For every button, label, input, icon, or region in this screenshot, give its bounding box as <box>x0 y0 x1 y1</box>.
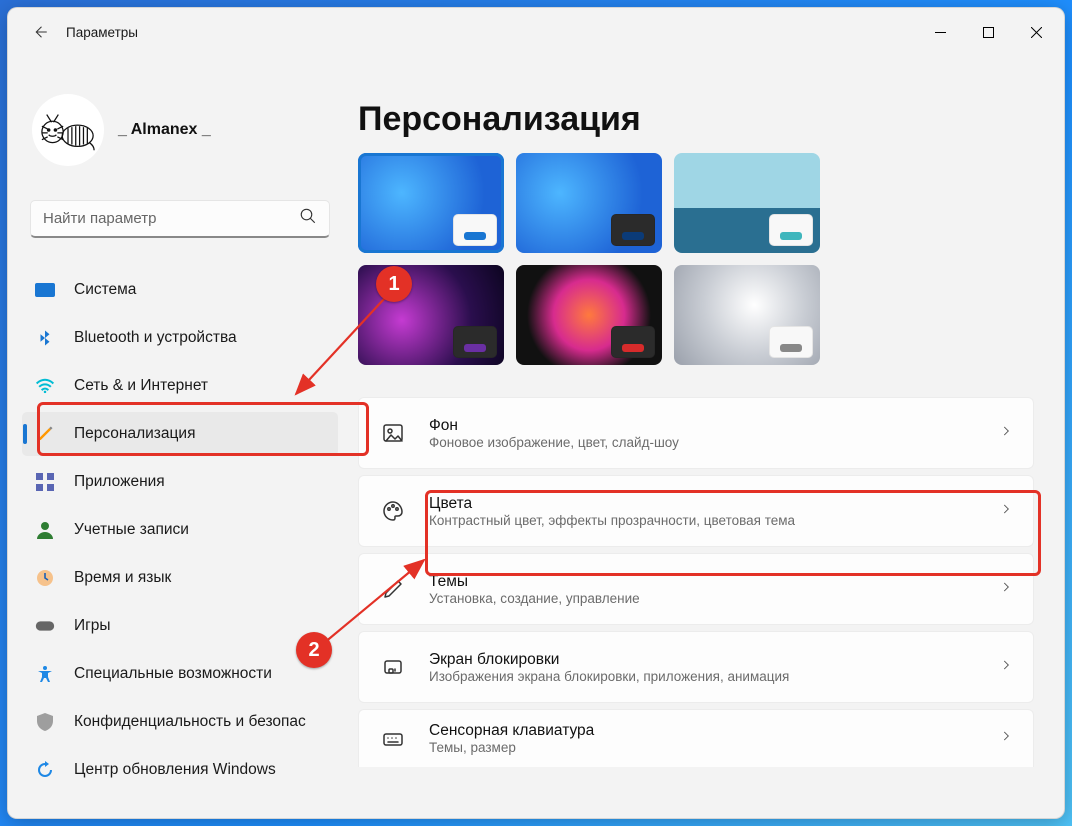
palette-icon <box>379 497 407 525</box>
window-title: Параметры <box>66 25 138 40</box>
minimize-button[interactable] <box>916 12 964 52</box>
sidebar-item-accounts[interactable]: Учетные записи <box>22 508 338 552</box>
theme-tile[interactable] <box>674 265 820 365</box>
bluetooth-icon <box>34 327 56 349</box>
sidebar-item-personalization[interactable]: Персонализация <box>22 412 338 456</box>
option-subtitle: Фоновое изображение, цвет, слайд-шоу <box>429 435 977 450</box>
nav-label: Bluetooth и устройства <box>74 329 237 347</box>
keyboard-icon <box>379 725 407 753</box>
sidebar-item-timelanguage[interactable]: Время и язык <box>22 556 338 600</box>
sidebar-item-windowsupdate[interactable]: Центр обновления Windows <box>22 748 338 792</box>
option-title: Цвета <box>429 495 977 513</box>
profile-block[interactable]: _ Almanex _ <box>12 56 348 184</box>
nav-label: Конфиденциальность и безопас <box>74 713 306 731</box>
option-subtitle: Контрастный цвет, эффекты прозрачности, … <box>429 513 977 528</box>
option-row-keyboard[interactable]: Сенсорная клавиатураТемы, размер <box>358 709 1034 767</box>
themes-grid <box>358 153 1034 365</box>
sidebar-item-gaming[interactable]: Игры <box>22 604 338 648</box>
paintbrush-icon <box>34 423 56 445</box>
theme-preview <box>453 326 497 358</box>
option-title: Сенсорная клавиатура <box>429 722 977 740</box>
sidebar-item-apps[interactable]: Приложения <box>22 460 338 504</box>
nav-label: Система <box>74 281 136 299</box>
theme-preview <box>769 214 813 246</box>
close-button[interactable] <box>1012 12 1060 52</box>
sidebar-item-accessibility[interactable]: Специальные возможности <box>22 652 338 696</box>
options-list: ФонФоновое изображение, цвет, слайд-шоуЦ… <box>358 397 1034 767</box>
search-box[interactable] <box>30 200 330 238</box>
person-icon <box>34 519 56 541</box>
pen-icon <box>379 575 407 603</box>
nav-label: Время и язык <box>74 569 171 587</box>
maximize-button[interactable] <box>964 12 1012 52</box>
lock-icon <box>379 653 407 681</box>
option-row-image[interactable]: ФонФоновое изображение, цвет, слайд-шоу <box>358 397 1034 469</box>
apps-icon <box>34 471 56 493</box>
nav-label: Приложения <box>74 473 165 491</box>
window-controls <box>916 12 1060 52</box>
main-panel: Персонализация ФонФоновое изображение, ц… <box>358 56 1064 818</box>
nav-list: Система Bluetooth и устройства Сеть & и … <box>12 266 348 794</box>
theme-tile[interactable] <box>358 153 504 253</box>
option-title: Фон <box>429 417 977 435</box>
theme-tile[interactable] <box>674 153 820 253</box>
theme-tile[interactable] <box>516 153 662 253</box>
avatar <box>32 94 104 166</box>
nav-label: Персонализация <box>74 425 195 443</box>
search-icon <box>299 207 317 230</box>
nav-label: Центр обновления Windows <box>74 761 276 779</box>
shield-icon <box>34 711 56 733</box>
nav-label: Сеть & и Интернет <box>74 377 208 395</box>
theme-preview <box>769 326 813 358</box>
option-row-lock[interactable]: Экран блокировкиИзображения экрана блоки… <box>358 631 1034 703</box>
chevron-right-icon <box>999 502 1013 521</box>
chevron-right-icon <box>999 580 1013 599</box>
sidebar-item-privacy[interactable]: Конфиденциальность и безопас <box>22 700 338 744</box>
nav-label: Учетные записи <box>74 521 189 539</box>
theme-preview <box>611 214 655 246</box>
option-title: Экран блокировки <box>429 651 977 669</box>
gamepad-icon <box>34 615 56 637</box>
image-icon <box>379 419 407 447</box>
page-title: Персонализация <box>358 100 1034 139</box>
sidebar: _ Almanex _ Система Bluetooth и устройс <box>8 56 358 818</box>
update-icon <box>34 759 56 781</box>
option-row-pen[interactable]: ТемыУстановка, создание, управление <box>358 553 1034 625</box>
option-row-palette[interactable]: ЦветаКонтрастный цвет, эффекты прозрачно… <box>358 475 1034 547</box>
chevron-right-icon <box>999 729 1013 748</box>
sidebar-item-network[interactable]: Сеть & и Интернет <box>22 364 338 408</box>
sidebar-item-system[interactable]: Система <box>22 268 338 312</box>
sidebar-item-bluetooth[interactable]: Bluetooth и устройства <box>22 316 338 360</box>
user-name: _ Almanex _ <box>118 121 211 139</box>
theme-preview <box>453 214 497 246</box>
theme-tile[interactable] <box>358 265 504 365</box>
titlebar: Параметры <box>8 8 1064 56</box>
theme-tile[interactable] <box>516 265 662 365</box>
display-icon <box>34 279 56 301</box>
option-subtitle: Установка, создание, управление <box>429 591 977 606</box>
wifi-icon <box>34 375 56 397</box>
search-input[interactable] <box>43 210 299 227</box>
option-subtitle: Темы, размер <box>429 740 977 755</box>
chevron-right-icon <box>999 424 1013 443</box>
back-button[interactable] <box>20 12 60 52</box>
option-subtitle: Изображения экрана блокировки, приложени… <box>429 669 977 684</box>
nav-label: Игры <box>74 617 111 635</box>
chevron-right-icon <box>999 658 1013 677</box>
nav-label: Специальные возможности <box>74 665 272 683</box>
globe-clock-icon <box>34 567 56 589</box>
accessibility-icon <box>34 663 56 685</box>
settings-window: Параметры <box>7 7 1065 819</box>
option-title: Темы <box>429 573 977 591</box>
theme-preview <box>611 326 655 358</box>
